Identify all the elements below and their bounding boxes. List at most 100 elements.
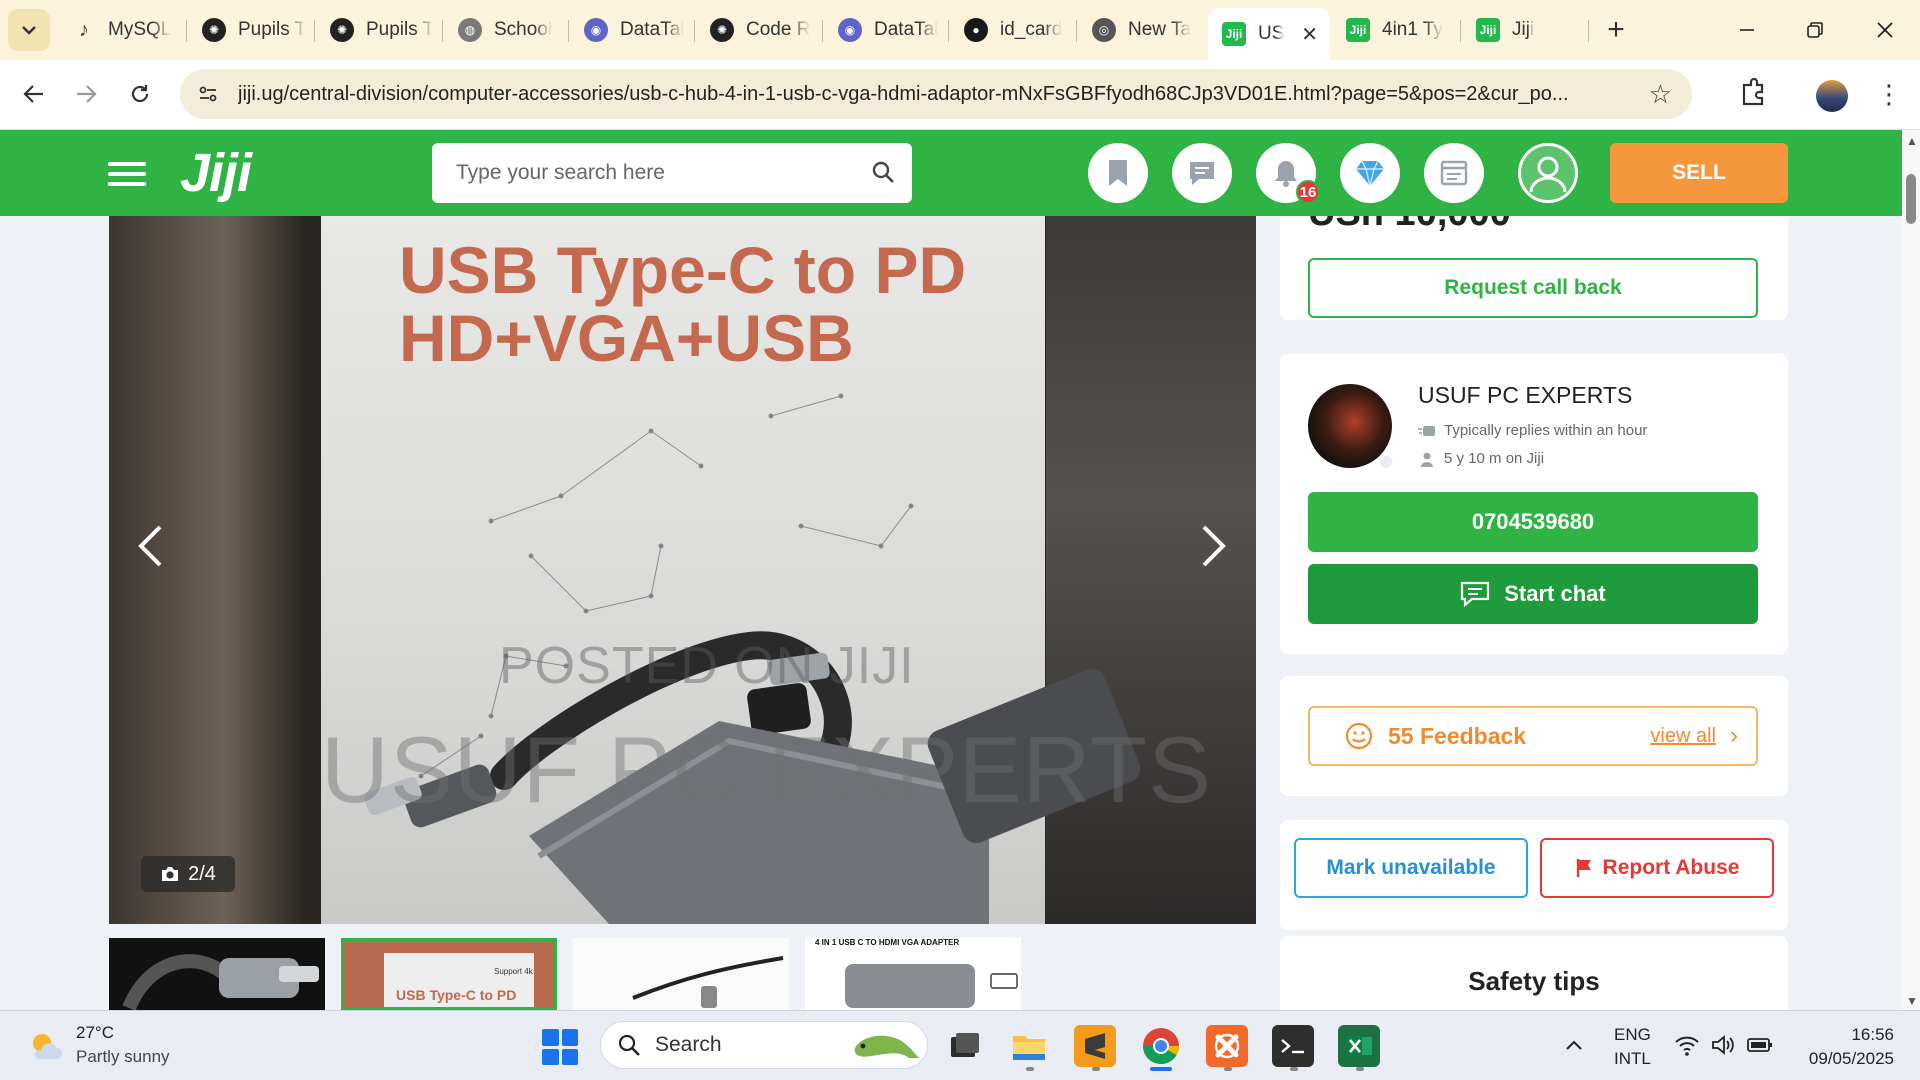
tab-pupils-1[interactable]: ✺ Pupils T: [188, 8, 314, 52]
messages-button[interactable]: [1172, 143, 1232, 203]
tab-separator: [314, 20, 315, 42]
tab-id-card[interactable]: ● id_card: [950, 8, 1076, 52]
excel-icon: [1346, 1035, 1372, 1057]
tab-separator: [1076, 20, 1077, 42]
gallery-prev-button[interactable]: [125, 516, 175, 576]
site-header: Jiji 16 SELL: [0, 130, 1920, 216]
view-all-feedback-link[interactable]: view all: [1650, 725, 1716, 748]
page-content: USB Type-C to PD HD+VGA+USB POSTED ON JI…: [0, 216, 1902, 1010]
extensions-icon[interactable]: [1738, 77, 1770, 109]
user-icon: [1529, 156, 1567, 193]
mark-unavailable-button[interactable]: Mark unavailable: [1294, 838, 1528, 898]
show-phone-button[interactable]: 0704539680: [1308, 492, 1758, 552]
start-chat-button[interactable]: Start chat: [1308, 564, 1758, 624]
thumbnail-adapter-title: 4 IN 1 USB C TO HDMI VGA ADAPTER: [815, 938, 960, 947]
watermark-seller: USUF PC EXPERTS: [321, 717, 1212, 822]
start-button[interactable]: [542, 1029, 578, 1065]
url-text[interactable]: jiji.ug/central-division/computer-access…: [238, 83, 1638, 106]
feedback-button[interactable]: 55 Feedback view all ›: [1308, 706, 1758, 766]
task-view-button[interactable]: [944, 1025, 986, 1067]
tab-code[interactable]: ✺ Code R: [696, 8, 822, 52]
sell-button[interactable]: SELL: [1610, 143, 1788, 203]
scroll-up-arrow[interactable]: ▲: [1906, 134, 1918, 148]
user-avatar[interactable]: [1518, 143, 1578, 203]
tab-new-tab[interactable]: ◎ New Ta: [1078, 8, 1204, 52]
my-adverts-button[interactable]: [1424, 143, 1484, 203]
chat-bubble-icon: [1190, 162, 1214, 185]
scroll-thumb[interactable]: [1906, 174, 1916, 224]
seller-name[interactable]: USUF PC EXPERTS: [1418, 382, 1632, 409]
profile-avatar[interactable]: [1816, 80, 1848, 112]
terminal-button[interactable]: [1272, 1025, 1314, 1067]
show-hidden-icons-chevron-icon[interactable]: [1564, 1037, 1584, 1053]
seller-card: USUF PC EXPERTS Typically replies within…: [1280, 354, 1788, 654]
tab-active-usuf[interactable]: Jiji US ✕: [1208, 8, 1330, 60]
search-field[interactable]: [432, 143, 912, 203]
scroll-down-arrow[interactable]: ▼: [1906, 994, 1918, 1008]
bookmark-star-icon[interactable]: ☆: [1649, 79, 1672, 110]
thumbnail-4[interactable]: 4 IN 1 USB C TO HDMI VGA ADAPTER: [805, 938, 1021, 1010]
back-button[interactable]: [14, 74, 54, 114]
running-indicator: [1026, 1067, 1034, 1071]
reload-button[interactable]: [120, 74, 160, 114]
windows-logo-tile: [561, 1048, 578, 1065]
request-callback-button[interactable]: Request call back: [1308, 258, 1758, 318]
minimize-button[interactable]: [1722, 10, 1772, 50]
thumbnail-2[interactable]: Support 4k USB Type-C to PD: [341, 938, 557, 1010]
search-input[interactable]: [456, 161, 856, 185]
close-tab-icon[interactable]: ✕: [1301, 22, 1318, 47]
browser-menu-icon[interactable]: ⋮: [1876, 74, 1902, 114]
thumbnail-support-text: Support 4k: [494, 967, 533, 976]
taskbar-search[interactable]: Search: [600, 1021, 928, 1069]
search-icon[interactable]: [870, 159, 896, 185]
xampp-icon: [1214, 1033, 1240, 1059]
new-tab-button[interactable]: +: [1598, 12, 1634, 48]
battery-icon[interactable]: [1746, 1035, 1774, 1055]
page-scrollbar[interactable]: ▲ ▼: [1902, 130, 1920, 1010]
sublime-text-button[interactable]: [1074, 1025, 1116, 1067]
thumbnail-hub-photo: [122, 954, 319, 1010]
tab-jiji[interactable]: Jiji Jiji: [1462, 8, 1588, 52]
tab-datatab-2[interactable]: ◉ DataTal: [824, 8, 948, 52]
tab-separator: [186, 20, 187, 42]
adverts-list-icon: [1440, 160, 1468, 186]
jiji-logo[interactable]: Jiji: [180, 142, 252, 204]
tab-school[interactable]: ◍ School: [444, 8, 568, 52]
report-abuse-button[interactable]: Report Abuse: [1540, 838, 1774, 898]
wifi-icon[interactable]: [1674, 1033, 1700, 1057]
tab-mysql[interactable]: ♪ MySQL: [58, 8, 188, 52]
restore-button[interactable]: [1790, 10, 1840, 50]
partly-sunny-icon[interactable]: [28, 1029, 64, 1065]
restore-icon: [1807, 22, 1823, 38]
weather-temperature[interactable]: 27°C: [76, 1023, 114, 1043]
gallery-next-button[interactable]: [1189, 516, 1239, 576]
product-image-gallery[interactable]: USB Type-C to PD HD+VGA+USB POSTED ON JI…: [109, 216, 1256, 924]
tab-search-button[interactable]: [8, 9, 50, 51]
input-language-indicator[interactable]: ENG INTL: [1614, 1023, 1651, 1071]
hamburger-menu-icon[interactable]: [108, 162, 146, 186]
tab-datatab-1[interactable]: ◉ DataTal: [570, 8, 694, 52]
xampp-button[interactable]: [1206, 1025, 1248, 1067]
thumbnail-3[interactable]: [573, 938, 789, 1010]
saved-adverts-button[interactable]: [1088, 143, 1148, 203]
premium-button[interactable]: [1340, 143, 1400, 203]
volume-icon[interactable]: [1710, 1033, 1736, 1057]
system-clock[interactable]: 16:56 09/05/2025: [1796, 1023, 1894, 1071]
safety-tips-card: Safety tips: [1280, 936, 1788, 1010]
globe-icon: ◍: [458, 18, 482, 42]
chevron-right-icon: ›: [1730, 722, 1738, 749]
thumbnail-1[interactable]: [109, 938, 325, 1010]
site-info-icon[interactable]: [190, 76, 226, 112]
excel-button[interactable]: [1338, 1025, 1380, 1067]
chrome-button[interactable]: [1140, 1025, 1182, 1067]
sublime-text-icon: [1085, 1033, 1105, 1059]
file-explorer-button[interactable]: [1008, 1025, 1050, 1067]
close-window-button[interactable]: [1860, 10, 1910, 50]
ad-actions-card: Mark unavailable Report Abuse: [1280, 820, 1788, 930]
tab-4in1[interactable]: Jiji 4in1 Ty: [1332, 8, 1460, 52]
forward-button[interactable]: [66, 74, 106, 114]
weather-description[interactable]: Partly sunny: [76, 1047, 170, 1067]
address-bar[interactable]: jiji.ug/central-division/computer-access…: [180, 69, 1692, 119]
tab-pupils-2[interactable]: ✺ Pupils T: [316, 8, 442, 52]
datatab-icon: ◉: [838, 18, 862, 42]
